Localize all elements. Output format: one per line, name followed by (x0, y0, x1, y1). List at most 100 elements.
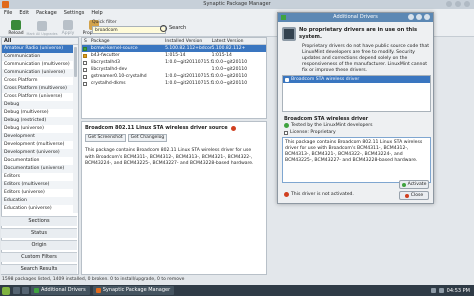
package-row[interactable]: libcrystalhd-dev 1:0.0~git20110 (82, 66, 266, 73)
menu-help[interactable]: Help (91, 9, 102, 17)
description-title: Broadcom 802.11 Linux STA wireless drive… (85, 125, 263, 131)
menu-icon[interactable] (2, 286, 10, 295)
installed-version: 1:015-14 (165, 53, 186, 58)
package-row[interactable]: libcrystalhd3 1:0.0~git20110715.fdd 1:0.… (82, 59, 266, 66)
section-item[interactable]: Communication (universe) (2, 69, 78, 77)
search-results-button[interactable]: Search Results (1, 264, 77, 274)
search-button[interactable]: Search (160, 23, 186, 33)
sections-button[interactable]: Sections (1, 216, 77, 226)
menu-settings[interactable]: Settings (64, 9, 85, 17)
network-icon[interactable] (430, 288, 436, 293)
checkbox[interactable] (83, 60, 88, 65)
taskbar: Additional Drivers Synaptic Package Mana… (0, 285, 474, 296)
apply-button[interactable]: Apply (55, 17, 81, 36)
col-latest[interactable]: Latest Version (212, 38, 266, 44)
desktop-icon[interactable] (13, 287, 20, 294)
package-list: S Package Installed Version Latest Versi… (81, 37, 267, 119)
reload-button[interactable]: Reload (3, 17, 29, 36)
section-item[interactable]: Cross Platform (multiverse) (2, 85, 78, 93)
close-icon (404, 193, 409, 198)
section-item[interactable]: Amateur Radio (universe) (2, 45, 78, 53)
section-item[interactable]: Editors (universe) (2, 189, 78, 197)
section-item[interactable]: Communication (multiverse) (2, 61, 78, 69)
system-tray: 04:53 PM (430, 288, 474, 294)
dialog-title: Additional Drivers (333, 14, 378, 20)
section-item[interactable]: Cross Platform (2, 77, 78, 85)
section-item[interactable]: Documentation (2, 157, 78, 165)
window-controls (446, 1, 470, 7)
close-button[interactable]: Close (399, 191, 429, 200)
section-item[interactable]: Editors (2, 173, 78, 181)
section-item[interactable]: Cross Platform (universe) (2, 93, 78, 101)
section-item[interactable]: Debug (universe) (2, 125, 78, 133)
dialog-heading: No proprietary drivers are in use on thi… (282, 27, 429, 41)
driver-list-item[interactable]: Broadcom STA wireless driver (283, 76, 430, 83)
description-buttons: Get Screenshot Get Changelog (85, 134, 263, 142)
minimize-icon[interactable] (416, 14, 422, 20)
checkbox[interactable] (83, 81, 88, 86)
license-icon (284, 130, 288, 135)
col-package[interactable]: Package (89, 38, 165, 44)
section-item[interactable]: Education (universe) (2, 205, 78, 213)
close-icon[interactable] (464, 1, 470, 7)
package-name: libcrystalhd-dev (90, 67, 128, 72)
menu-file[interactable]: File (4, 9, 12, 17)
package-row[interactable]: crystalhd-dkms 1:0.0~git20110715.fdd 1:0… (82, 80, 266, 87)
dialog-message: Proprietary drivers do not have public s… (302, 44, 430, 73)
installed-checkbox[interactable] (83, 53, 88, 58)
package-row[interactable]: bcmwl-kernel-source 5.100.82.112+bdcom-0… (82, 45, 266, 52)
file-manager-icon[interactable] (22, 287, 29, 294)
section-item[interactable]: Debug (restricted) (2, 117, 78, 125)
mark-all-upgrades-button[interactable]: Mark All Upgrades (27, 17, 58, 36)
help-icon[interactable] (408, 14, 414, 20)
package-description-panel: Broadcom 802.11 Linux STA wireless drive… (81, 121, 267, 275)
custom-filters-button[interactable]: Custom Filters (1, 252, 77, 262)
package-row[interactable]: gstreamer0.10-crystalhd 1:0.0~git2011071… (82, 73, 266, 80)
menu-edit[interactable]: Edit (19, 9, 29, 17)
task-synaptic[interactable]: Synaptic Package Manager (92, 286, 175, 295)
checkbox[interactable] (83, 67, 88, 72)
quick-filter-input[interactable]: broadcom (92, 26, 166, 34)
installed-checkbox[interactable] (83, 46, 88, 51)
clock[interactable]: 04:53 PM (447, 288, 470, 294)
synaptic-window-title: Synaptic Package Manager (203, 1, 271, 7)
section-item[interactable]: Documentation (universe) (2, 165, 78, 173)
installed-version (165, 66, 211, 73)
col-installed[interactable]: Installed Version (165, 38, 211, 44)
package-name: b43-fwcutter (90, 53, 120, 58)
section-item[interactable]: Debug (2, 101, 78, 109)
section-item[interactable]: Debug (multiverse) (2, 109, 78, 117)
package-list-header: S Package Installed Version Latest Versi… (82, 38, 266, 45)
section-item[interactable]: Development (2, 133, 78, 141)
driver-state: This driver is not activated. (284, 192, 354, 197)
dialog-window-controls (408, 14, 430, 20)
section-item[interactable]: Editors (multiverse) (2, 181, 78, 189)
section-item[interactable]: Development (multiverse) (2, 141, 78, 149)
latest-version: 1:0.0~git20110 (211, 67, 248, 72)
sections-header[interactable]: All (2, 38, 78, 45)
section-item[interactable]: Development (universe) (2, 149, 78, 157)
task-additional-drivers[interactable]: Additional Drivers (31, 286, 90, 295)
minimize-icon[interactable] (446, 1, 452, 7)
volume-icon[interactable] (438, 288, 444, 293)
status-button[interactable]: Status (1, 228, 77, 238)
apply-icon (63, 20, 73, 30)
get-screenshot-button[interactable]: Get Screenshot (85, 134, 126, 142)
col-status[interactable]: S (82, 38, 89, 44)
reload-icon (11, 20, 21, 30)
package-row[interactable]: b43-fwcutter 1:015-14 1:015-14 (82, 52, 266, 59)
menu-package[interactable]: Package (36, 9, 57, 17)
checkbox[interactable] (83, 74, 88, 79)
close-icon[interactable] (424, 14, 430, 20)
section-item[interactable]: Education (2, 197, 78, 205)
inactive-icon (284, 192, 289, 197)
maximize-icon[interactable] (455, 1, 461, 7)
origin-button[interactable]: Origin (1, 240, 77, 250)
driver-name: Broadcom STA wireless driver (284, 116, 369, 122)
section-item[interactable]: Communication (2, 53, 78, 61)
get-changelog-button[interactable]: Get Changelog (127, 134, 168, 142)
activate-button[interactable]: Activate (399, 180, 429, 189)
scrollbar-thumb[interactable] (74, 47, 77, 77)
driver-list: Broadcom STA wireless driver (282, 75, 431, 112)
sections-scrollbar[interactable] (73, 45, 78, 213)
